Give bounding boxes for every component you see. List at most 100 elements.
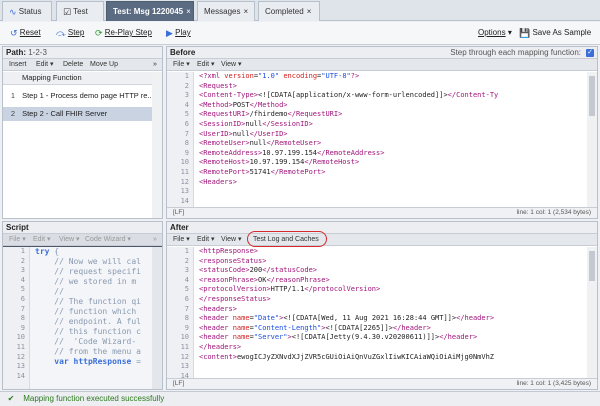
before-editor[interactable]: 1 2 3 4 5 6 7 8 9 10 11 12 13 14 <?xml version="1.0" … [167,72,587,207]
file-menu[interactable]: File ▾ [173,234,190,245]
scrollbar[interactable] [587,247,597,378]
options-button[interactable]: Options ▾ [478,27,512,39]
list-item[interactable]: 1 Step 1 - Process demo page HTTP re... [3,89,152,103]
move-up-menu[interactable]: Move Up [90,59,118,70]
code-line: <httpResponse> [199,247,587,257]
code-line: </headers> [199,343,587,353]
line-number: 4 [184,100,189,109]
line-numbers: 1 2 3 4 5 6 7 8 9 10 11 12 13 14 [3,247,30,389]
code-token: // we stored in m [35,277,137,286]
after-editor[interactable]: 1 2 3 4 5 6 7 8 9 10 11 12 13 14 <httpResponse> <respo… [167,247,587,378]
code-token: "Date" [253,314,280,323]
view-menu[interactable]: View ▾ [221,234,242,245]
line-number: 14 [16,371,25,380]
edit-menu[interactable]: Edit ▾ [36,59,54,70]
code-token: <![CDATA[Jetty(9.4.30.v20200611)]]> [291,333,440,342]
code-token: <header [199,323,233,332]
insert-menu[interactable]: Insert [9,59,27,70]
mapping-function-header: Mapping Function [3,72,152,85]
edit-menu[interactable]: Edit ▾ [197,234,215,245]
more-menu[interactable]: » [153,59,157,70]
save-as-sample-button[interactable]: 💾 Save As Sample [519,27,591,39]
code-token: "1.0" [258,72,284,80]
scrollbar[interactable] [587,72,597,207]
code-token: </UserID> [249,129,288,138]
file-menu[interactable]: File ▾ [9,234,26,245]
tab-messages[interactable]: Messages × [197,1,255,21]
code-line: <content>ewogICJyZXNvdXJjZVR5cGUiOiAiQnV… [199,353,587,363]
before-pane-header: Before Step through each mapping functio… [167,47,597,59]
more-menu[interactable]: » [153,234,157,245]
file-menu[interactable]: File ▾ [173,59,190,70]
view-menu[interactable]: View ▾ [221,59,242,70]
script-editor[interactable]: 1 2 3 4 5 6 7 8 9 10 11 12 13 14 try { // Now we will… [3,247,152,389]
code-line: // from the menu a [35,347,152,357]
code-token: // function which [35,307,141,316]
step-through-checkbox[interactable]: ✓ [586,49,594,57]
code-token: <?xml [199,72,225,80]
delete-menu[interactable]: Delete [63,59,83,70]
tab-test[interactable]: ☑ Test [56,1,104,21]
script-pane-header: Script [3,222,162,234]
code-line: // Now we will cal [35,257,152,267]
play-icon: ▶ [166,27,173,38]
code-line: <RemoteAddress>10.97.199.154</RemoteAddr… [199,149,587,159]
play-button[interactable]: ▶ Play [166,27,191,39]
line-number: 12 [16,352,25,361]
scrollbar[interactable] [152,72,162,218]
path-pane: Path: 1-2-3 Insert Edit ▾ Delete Move Up… [2,46,163,219]
check-icon: ✔ [7,394,15,403]
code-line: var httpResponse = [35,357,152,367]
code-token: </Content-Ty [447,91,499,100]
tab-completed[interactable]: Completed × [258,1,320,21]
code-line: <Request> [199,82,587,92]
code-token: </RemoteAddress> [317,148,385,157]
list-item[interactable]: 2 Step 2 - Call FHIR Server [3,107,152,121]
code-token: = [131,357,141,366]
code-token: // this function c [35,327,141,336]
close-icon[interactable]: × [307,7,312,16]
line-number: 7 [184,129,189,138]
close-icon[interactable]: × [243,7,248,16]
code-token: name [232,323,250,332]
close-icon[interactable]: × [186,7,191,16]
tab-status[interactable]: ∿ Status [2,1,52,21]
code-line: <RemotePort>51741</RemotePort> [199,168,587,178]
checkbox-icon: ☑ [63,6,72,17]
status-bar: ✔ Mapping function executed successfully [0,391,600,406]
code-token: </SessionID> [262,119,313,128]
before-pane: Before Step through each mapping functio… [166,46,598,219]
line-number: 9 [184,148,189,157]
replay-step-button[interactable]: ⟳ Re-Play Step [95,27,152,39]
scrollbar[interactable] [152,247,162,389]
code-token: <RequestURI> [199,110,250,119]
code-token: <header [199,333,233,342]
code-wizard-menu[interactable]: Code Wizard ▾ [85,234,131,245]
code-token: <RemotePort> [199,167,250,176]
script-pane: Script File ▾ Edit ▾ View ▾ Code Wizard … [2,221,163,390]
code-line: <SessionID>null</SessionID> [199,120,587,130]
reset-button[interactable]: ↺ Reset [10,27,41,39]
highlight-circle [247,231,327,247]
code-token: POST [232,100,250,109]
code-token: version [224,72,254,80]
code-token: </reasonPhrase> [266,275,330,284]
step-button[interactable]: ⤼ Step [56,27,84,39]
scrollbar-thumb[interactable] [589,251,595,281]
code-token: ?> [350,72,360,80]
edit-menu[interactable]: Edit ▾ [197,59,215,70]
code-token: httpResponse [73,357,132,366]
code-line: // [35,287,152,297]
tab-test-msg[interactable]: Test: Msg 1220045 × [106,1,194,21]
scrollbar-thumb[interactable] [589,76,595,116]
code-token: /fhirdemo [249,110,288,119]
code-token: </header> [456,314,495,323]
line-number: 13 [16,362,25,371]
code-token: <RemoteUser> [199,139,250,148]
line-number: 10 [180,333,189,342]
line-number: 10 [180,158,189,167]
code-token: <protocolVersion> [199,285,271,294]
edit-menu[interactable]: Edit ▾ [33,234,51,245]
view-menu[interactable]: View ▾ [59,234,80,245]
tab-bar: ∿ Status ☑ Test Test: Msg 1220045 × Messa… [0,0,600,21]
